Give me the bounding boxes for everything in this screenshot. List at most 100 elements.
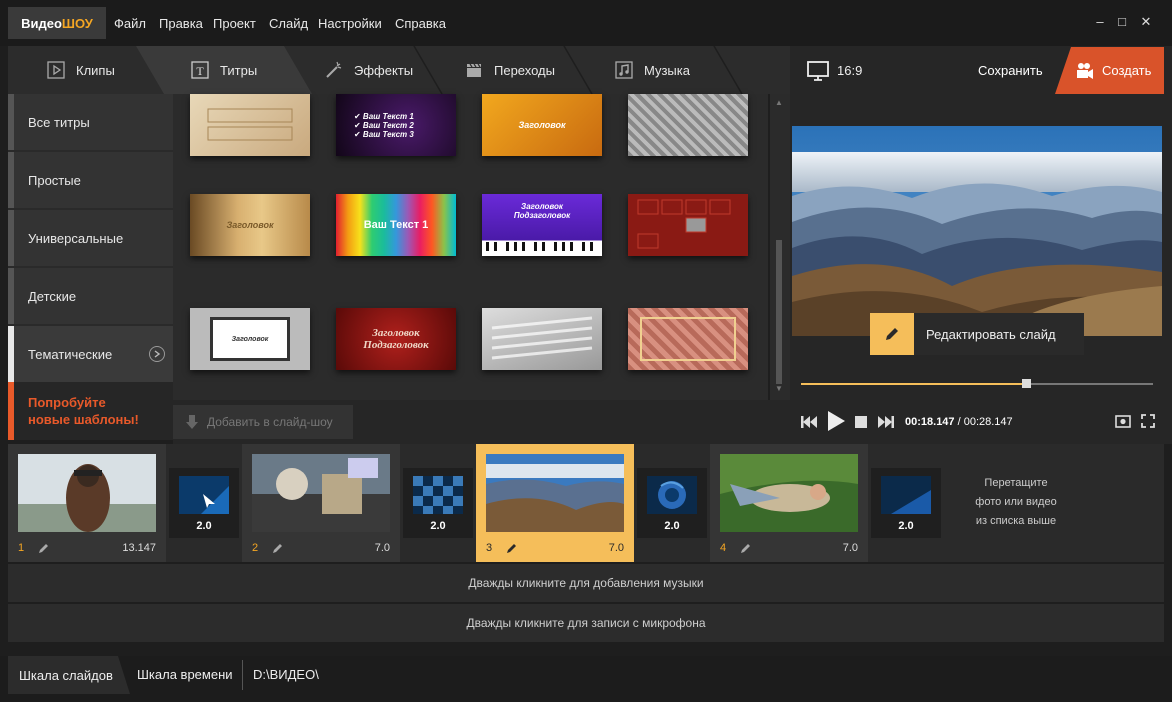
title-thumb-screen[interactable]: Заголовок	[190, 308, 310, 370]
pencil-icon[interactable]	[38, 542, 50, 554]
pencil-icon	[870, 313, 914, 355]
category-kids[interactable]: Детские	[8, 268, 173, 324]
title-thumb-velvet[interactable]: Заголовок Подзаголовок	[336, 308, 456, 370]
transition-duration: 2.0	[430, 520, 446, 532]
scroll-thumb[interactable]	[776, 240, 782, 384]
transition-4[interactable]: 2.0	[871, 468, 941, 538]
pencil-icon[interactable]	[740, 542, 752, 554]
thumb-text: Ваш Текст 1	[363, 219, 429, 231]
slide-4[interactable]: 4 7.0	[710, 444, 868, 562]
slide-2[interactable]: 2 7.0	[242, 444, 400, 562]
time-separator: /	[954, 416, 964, 428]
title-thumb-pattern[interactable]	[628, 308, 748, 370]
close-button[interactable]: ✕	[1136, 12, 1156, 32]
title-thumb-red-tiles[interactable]	[628, 194, 748, 256]
transition-2[interactable]: 2.0	[403, 468, 473, 538]
category-thematic[interactable]: Тематические	[8, 326, 173, 382]
drop-hint-line: фото или видео	[975, 496, 1057, 508]
promo-line-2: новые шаблоны!	[28, 412, 139, 427]
title-categories: Все титры Простые Универсальные Детские …	[8, 94, 173, 440]
pencil-icon[interactable]	[506, 542, 518, 554]
slide-number: 3	[486, 542, 493, 554]
pencil-icon[interactable]	[272, 542, 284, 554]
time-readout: 00:18.147 / 00:28.147	[905, 416, 1013, 428]
transition-1-preview	[179, 476, 229, 514]
thumb-text: Заголовок	[518, 120, 566, 130]
edit-slide-button[interactable]: Редактировать слайд	[870, 313, 1084, 355]
aspect-ratio[interactable]: 16:9	[837, 63, 862, 78]
scroll-up-icon[interactable]: ▲	[775, 98, 783, 107]
stop-icon[interactable]	[855, 416, 867, 428]
play-button-icon[interactable]	[826, 410, 846, 432]
thumb-text: ✔ Ваш Текст 1	[354, 111, 414, 121]
fullscreen-icon[interactable]	[1141, 414, 1155, 428]
category-universal[interactable]: Универсальные	[8, 210, 173, 266]
slide-2-thumbnail	[252, 454, 390, 532]
create-label: Создать	[1102, 63, 1152, 78]
transition-3-preview	[647, 476, 697, 514]
create-button[interactable]: Создать	[1055, 47, 1164, 94]
menu-help[interactable]: Справка	[395, 0, 446, 46]
transition-1[interactable]: 2.0	[169, 468, 239, 538]
project-path: D:\ВИДЕО\	[253, 667, 319, 682]
transition-duration: 2.0	[664, 520, 680, 532]
menu-project[interactable]: Проект	[213, 0, 256, 46]
slide-duration: 7.0	[608, 542, 624, 554]
music-track-row[interactable]: Дважды кликните для добавления музыки	[8, 564, 1164, 602]
tab-bar: Клипы T Титры Эффекты Переходы Музыка	[8, 46, 790, 94]
category-all[interactable]: Все титры	[8, 94, 173, 150]
transition-3[interactable]: 2.0	[637, 468, 707, 538]
slide-timeline: 1 13.147 2.0 2 7.0 2.0 3 7.0 2.0 4 7.0 2…	[8, 444, 1164, 562]
menu-slide[interactable]: Слайд	[269, 0, 308, 46]
thumb-frame	[640, 317, 736, 361]
tab-time-timeline[interactable]: Шкала времени	[137, 667, 233, 682]
maximize-button[interactable]: □	[1112, 12, 1132, 32]
slide-3[interactable]: 3 7.0	[476, 444, 634, 562]
arrow-down-icon	[185, 414, 199, 430]
prev-icon[interactable]	[800, 414, 818, 430]
next-icon[interactable]	[877, 414, 895, 430]
title-thumb-orange[interactable]: Заголовок	[482, 94, 602, 156]
title-thumb-purple-list[interactable]: ✔ Ваш Текст 1 ✔ Ваш Текст 2 ✔ Ваш Текст …	[336, 94, 456, 156]
thumb-text: ✔ Ваш Текст 3	[354, 129, 414, 139]
minimize-button[interactable]: –	[1090, 12, 1110, 32]
transition-4-preview	[881, 476, 931, 514]
monitor-icon[interactable]	[806, 60, 832, 82]
slide-1-thumbnail	[18, 454, 156, 532]
menu-settings[interactable]: Настройки	[318, 0, 382, 46]
save-button[interactable]: Сохранить	[978, 63, 1043, 78]
thumb-text: Подзаголовок	[363, 339, 429, 351]
slide-1[interactable]: 1 13.147	[8, 444, 166, 562]
snapshot-icon[interactable]	[1115, 414, 1131, 428]
drop-hint-line: из списка выше	[975, 515, 1057, 527]
grid-scrollbar[interactable]: ▲ ▼	[770, 94, 790, 400]
title-thumb-book[interactable]: Заголовок	[190, 194, 310, 256]
title-bar: Видео ШОУ Файл Правка Проект Слайд Настро…	[0, 0, 1172, 46]
thumb-text: Заголовок	[226, 220, 274, 230]
drop-hint: Перетащите фото или видео из списка выше	[946, 474, 1086, 531]
menu-edit[interactable]: Правка	[159, 0, 203, 46]
drop-hint-line: Перетащите	[984, 477, 1048, 489]
edit-slide-label: Редактировать слайд	[926, 326, 1056, 342]
progress-fill	[801, 383, 1027, 385]
tab-slide-timeline[interactable]: Шкала слайдов	[8, 656, 130, 694]
promo-new-templates[interactable]: Попробуйте новые шаблоны!	[8, 382, 173, 440]
slide-duration: 7.0	[842, 542, 858, 554]
mic-track-row[interactable]: Дважды кликните для записи с микрофона	[8, 604, 1164, 642]
title-thumb-rainbow[interactable]: Ваш Текст 1	[336, 194, 456, 256]
menu-file[interactable]: Файл	[114, 0, 146, 46]
thumb-text: Заголовок	[210, 317, 290, 361]
thumb-text: Подзаголовок	[513, 211, 571, 220]
add-to-slideshow-button[interactable]: Добавить в слайд-шоу	[173, 405, 353, 439]
title-thumb-paper[interactable]	[190, 94, 310, 156]
transition-2-preview	[413, 476, 463, 514]
chevron-right-icon	[149, 346, 165, 362]
category-simple[interactable]: Простые	[8, 152, 173, 208]
title-thumb-piano[interactable]: Заголовок Подзаголовок	[482, 194, 602, 256]
title-thumb-metal[interactable]	[628, 94, 748, 156]
thumb-text: Заголовок	[521, 202, 563, 211]
slide-number: 1	[18, 542, 25, 554]
scroll-down-icon[interactable]: ▼	[775, 384, 783, 393]
title-thumb-silver[interactable]	[482, 308, 602, 370]
progress-handle[interactable]	[1022, 379, 1032, 388]
